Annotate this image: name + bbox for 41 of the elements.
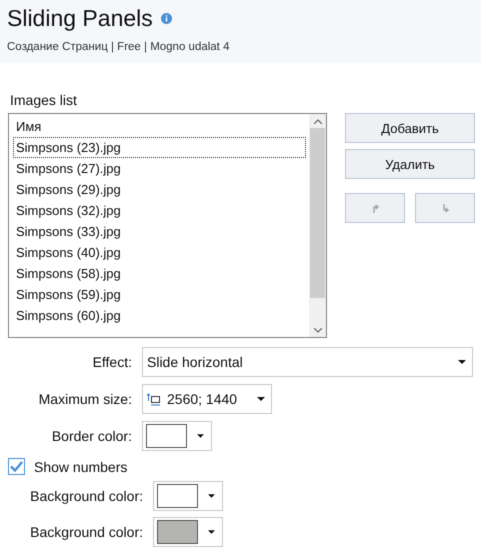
size-dropdown[interactable]: 2560; 1440 bbox=[142, 384, 272, 414]
scroll-down-icon[interactable] bbox=[314, 328, 322, 333]
list-item[interactable]: Simpsons (58).jpg bbox=[13, 263, 306, 284]
list-item[interactable]: Simpsons (60).jpg bbox=[13, 305, 306, 326]
list-item[interactable]: Simpsons (59).jpg bbox=[13, 284, 306, 305]
add-button[interactable]: Добавить bbox=[345, 113, 475, 143]
section-label: Images list bbox=[10, 92, 78, 108]
checkbox-label[interactable]: Show numbers bbox=[34, 458, 128, 474]
info-icon[interactable] bbox=[160, 12, 172, 24]
field-label: Background color: bbox=[29, 524, 143, 540]
arrow-up-icon bbox=[372, 204, 378, 212]
page-title: Sliding Panels bbox=[7, 4, 153, 32]
dropdown-caret-icon bbox=[458, 360, 466, 364]
list-item[interactable]: Simpsons (23).jpg bbox=[13, 137, 306, 158]
list-item[interactable]: Simpsons (33).jpg bbox=[13, 221, 306, 242]
dropdown-caret-icon bbox=[197, 434, 204, 438]
field-label: Border color: bbox=[50, 428, 132, 444]
dropdown-caret-icon bbox=[208, 530, 215, 534]
field-label: Maximum size: bbox=[38, 391, 132, 407]
arrow-down-icon bbox=[442, 204, 448, 212]
dropdown-caret-icon bbox=[257, 397, 265, 401]
checkbox[interactable] bbox=[8, 458, 25, 475]
color-picker[interactable] bbox=[153, 517, 223, 547]
color-picker[interactable] bbox=[153, 481, 223, 511]
scrollbar[interactable] bbox=[309, 114, 326, 337]
list-item[interactable]: Simpsons (40).jpg bbox=[13, 242, 306, 263]
list-item[interactable]: Simpsons (32).jpg bbox=[13, 200, 306, 221]
list-item[interactable]: Simpsons (29).jpg bbox=[13, 179, 306, 200]
list-item[interactable]: Simpsons (27).jpg bbox=[13, 158, 306, 179]
delete-button[interactable]: Удалить bbox=[345, 149, 475, 179]
column-header[interactable]: Имя bbox=[13, 116, 306, 137]
images-list[interactable]: Имя Simpsons (23).jpg Simpsons (27).jpg Simpsons (29).jpg Simpsons (32).jpg Simpsons (33).jpg Simpsons (40).jpg Simpsons (58).jpg Simpsons (59).jpg Simpsons (60).jpg bbox=[8, 113, 327, 338]
field-label: Effect: bbox=[92, 354, 132, 370]
color-picker[interactable] bbox=[142, 421, 212, 451]
page-subtitle: Создание Страниц | Free | Mogno udalat 4 bbox=[7, 41, 230, 53]
resize-icon bbox=[147, 392, 161, 406]
field-label: Background color: bbox=[29, 488, 143, 504]
dropdown-caret-icon bbox=[208, 494, 215, 498]
effect-dropdown[interactable]: Slide horizontal bbox=[142, 347, 473, 377]
scroll-up-icon[interactable] bbox=[314, 119, 322, 124]
check-icon bbox=[10, 461, 23, 472]
